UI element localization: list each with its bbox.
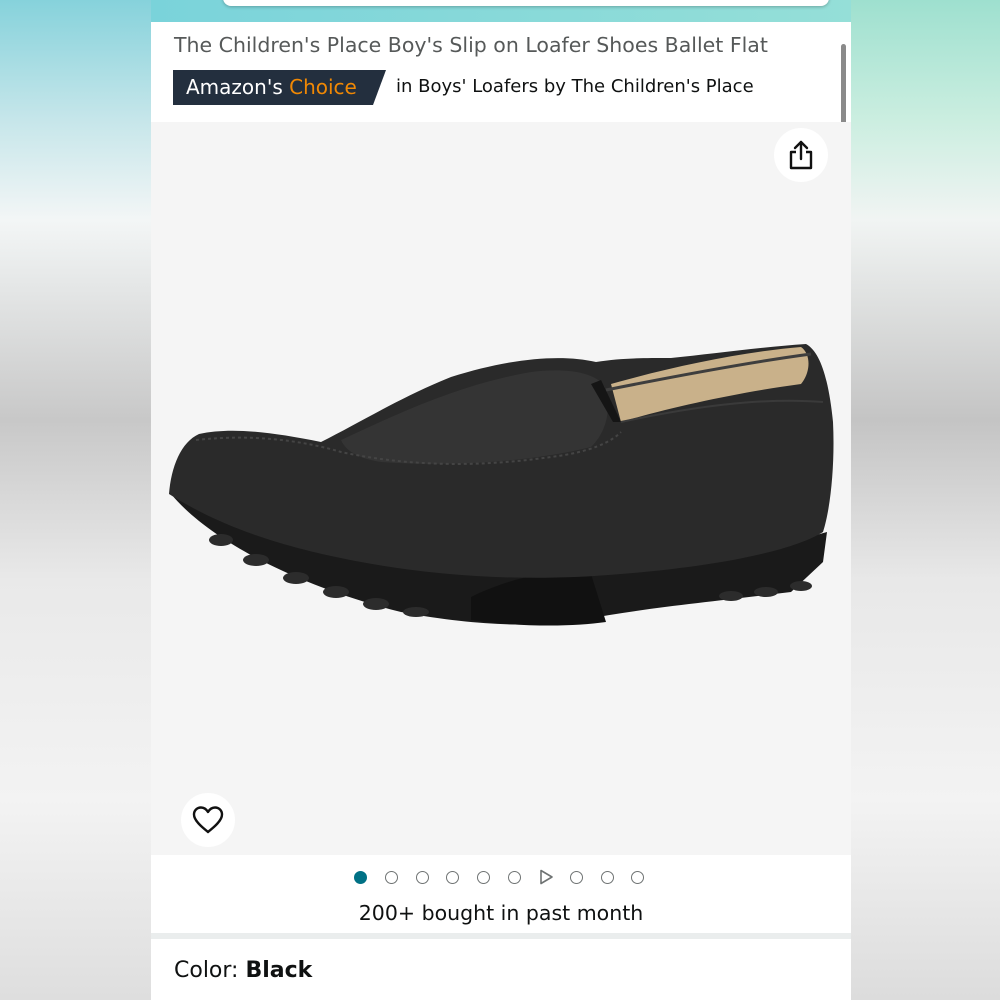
wishlist-button[interactable] xyxy=(181,793,235,847)
pagination-dot[interactable] xyxy=(384,870,398,884)
color-value: Black xyxy=(245,958,313,983)
section-divider xyxy=(151,933,851,939)
bought-count: 200+ bought in past month xyxy=(358,901,644,925)
pagination-dot[interactable] xyxy=(631,870,645,884)
background-right xyxy=(851,0,1000,1000)
product-title[interactable]: The Children's Place Boy's Slip on Loafe… xyxy=(174,33,768,57)
badge-accent: Choice xyxy=(289,75,357,99)
badge-prefix: Amazon's xyxy=(186,75,283,99)
color-selector-label: Color: Black xyxy=(174,958,312,983)
pagination-dot[interactable] xyxy=(507,870,521,884)
search-bar[interactable] xyxy=(223,0,829,6)
pagination-dot-active[interactable] xyxy=(354,870,367,884)
heart-icon xyxy=(192,806,224,834)
pagination-dot[interactable] xyxy=(415,870,429,884)
amazons-choice-badge[interactable]: Amazon's Choice xyxy=(173,70,386,105)
header-strip xyxy=(151,0,851,22)
badge-context[interactable]: in Boys' Loafers by The Children's Place xyxy=(396,76,754,97)
pagination-dot[interactable] xyxy=(600,870,614,884)
product-image-gallery[interactable] xyxy=(151,122,851,855)
pagination-dot[interactable] xyxy=(446,870,460,884)
share-icon xyxy=(789,140,813,170)
pagination-dot[interactable] xyxy=(477,870,491,884)
background-left xyxy=(0,0,151,1000)
badge-label: Amazon's Choice xyxy=(186,75,357,99)
shoe-image xyxy=(169,344,834,626)
scrollbar[interactable] xyxy=(841,44,846,126)
pagination-dot[interactable] xyxy=(569,870,583,884)
pagination-dots[interactable] xyxy=(354,869,662,885)
gallery-pagination: 200+ bought in past month xyxy=(151,855,851,933)
color-label: Color: xyxy=(174,958,239,983)
play-icon[interactable] xyxy=(539,869,554,885)
product-page: The Children's Place Boy's Slip on Loafe… xyxy=(151,0,851,1000)
share-button[interactable] xyxy=(774,128,828,182)
